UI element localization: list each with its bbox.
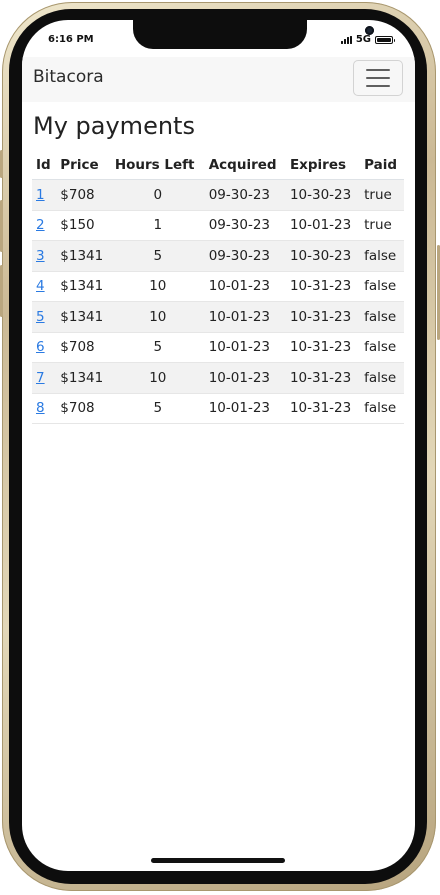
cell-hours-left: 10 (110, 362, 205, 394)
navbar-brand[interactable]: Bitacora (33, 67, 104, 87)
table-row: 1 $708 0 09-30-23 10-30-23 true (32, 179, 404, 211)
cell-id: 5 (32, 301, 57, 333)
cell-price: $708 (56, 332, 111, 363)
payment-id-link[interactable]: 8 (36, 400, 45, 416)
network-label: 5G (355, 34, 371, 45)
cell-expires: 10-30-23 (285, 179, 361, 211)
cell-acquired: 10-01-23 (204, 301, 286, 333)
cell-expires: 10-31-23 (285, 362, 361, 394)
hamburger-icon (366, 69, 390, 71)
cell-acquired: 10-01-23 (204, 271, 286, 302)
table-row: 5 $1341 10 10-01-23 10-31-23 false (32, 301, 404, 333)
phone-mockup: 6:16 PM 5G Bitacora My payments Id Price (0, 0, 440, 895)
cell-paid: false (360, 301, 404, 333)
cell-hours-left: 0 (110, 179, 205, 211)
payment-id-link[interactable]: 6 (36, 339, 45, 355)
cell-paid: false (360, 332, 404, 363)
cell-hours-left: 5 (110, 332, 205, 363)
cell-id: 2 (32, 210, 57, 241)
cell-id: 1 (32, 179, 57, 211)
cell-price: $150 (56, 210, 111, 241)
screen: 6:16 PM 5G Bitacora My payments Id Price (22, 20, 415, 871)
cell-price: $1341 (56, 301, 111, 333)
cell-paid: false (360, 362, 404, 394)
table-row: 4 $1341 10 10-01-23 10-31-23 false (32, 271, 404, 302)
table-row: 7 $1341 10 10-01-23 10-31-23 false (32, 362, 404, 394)
cell-paid: false (360, 271, 404, 302)
cell-id: 4 (32, 271, 57, 302)
cell-id: 6 (32, 332, 57, 363)
cell-acquired: 10-01-23 (204, 393, 286, 424)
cell-price: $1341 (56, 240, 111, 272)
cell-hours-left: 10 (110, 271, 205, 302)
payment-id-link[interactable]: 4 (36, 278, 45, 294)
cell-paid: true (360, 179, 404, 211)
notch (133, 20, 374, 49)
cell-acquired: 09-30-23 (204, 240, 286, 272)
cell-hours-left: 1 (110, 210, 205, 241)
table-row: 3 $1341 5 09-30-23 10-30-23 false (32, 240, 404, 272)
payment-id-link[interactable]: 7 (36, 370, 45, 386)
volume-up-button (0, 200, 3, 252)
signal-icon (340, 35, 352, 44)
cell-paid: false (360, 393, 404, 424)
cell-price: $1341 (56, 362, 111, 394)
cell-paid: false (360, 240, 404, 272)
cell-id: 3 (32, 240, 57, 272)
column-header-paid: Paid (360, 150, 404, 180)
payment-id-link[interactable]: 5 (36, 309, 45, 325)
payment-id-link[interactable]: 2 (36, 217, 45, 233)
column-header-expires: Expires (285, 150, 361, 180)
cell-hours-left: 5 (110, 240, 205, 272)
cell-acquired: 09-30-23 (204, 179, 286, 211)
cell-price: $708 (56, 179, 111, 211)
table-row: 2 $150 1 09-30-23 10-01-23 true (32, 210, 404, 241)
table-row: 6 $708 5 10-01-23 10-31-23 false (32, 332, 404, 363)
column-header-id: Id (32, 150, 57, 180)
table-row: 8 $708 5 10-01-23 10-31-23 false (32, 393, 404, 424)
cell-expires: 10-31-23 (285, 301, 361, 333)
column-header-acquired: Acquired (204, 150, 286, 180)
menu-toggle-button[interactable] (353, 60, 403, 96)
cell-id: 7 (32, 362, 57, 394)
table-header-row: Id Price Hours Left Acquired Expires Pai… (32, 150, 404, 180)
silent-switch (0, 150, 3, 178)
cell-paid: true (360, 210, 404, 241)
cell-expires: 10-31-23 (285, 393, 361, 424)
payment-id-link[interactable]: 3 (36, 248, 45, 264)
cell-acquired: 10-01-23 (204, 332, 286, 363)
page-title: My payments (33, 112, 195, 140)
cell-hours-left: 10 (110, 301, 205, 333)
cell-acquired: 10-01-23 (204, 362, 286, 394)
cell-id: 8 (32, 393, 57, 424)
cell-expires: 10-30-23 (285, 240, 361, 272)
column-header-hours-left: Hours Left (110, 150, 205, 180)
cell-price: $1341 (56, 271, 111, 302)
navbar: Bitacora (22, 57, 415, 102)
cell-expires: 10-01-23 (285, 210, 361, 241)
volume-down-button (0, 265, 3, 317)
battery-icon (375, 35, 395, 44)
cell-hours-left: 5 (110, 393, 205, 424)
cell-acquired: 09-30-23 (204, 210, 286, 241)
cell-price: $708 (56, 393, 111, 424)
column-header-price: Price (56, 150, 111, 180)
status-time: 6:16 PM (48, 34, 94, 45)
cell-expires: 10-31-23 (285, 332, 361, 363)
status-indicators: 5G (340, 34, 395, 45)
payment-id-link[interactable]: 1 (36, 187, 45, 203)
cell-expires: 10-31-23 (285, 271, 361, 302)
home-indicator (151, 858, 285, 863)
payments-table: Id Price Hours Left Acquired Expires Pai… (32, 150, 404, 424)
